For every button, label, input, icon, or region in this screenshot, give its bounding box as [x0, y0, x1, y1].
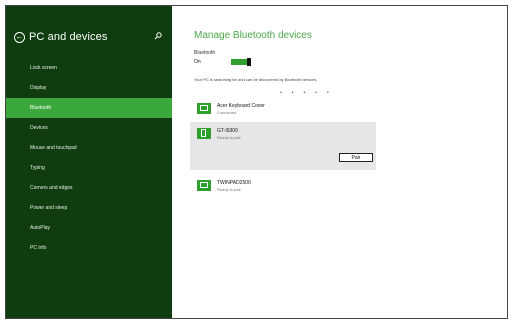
- device-item-twinpad[interactable]: TWINPAD2500 Ready to pair: [190, 174, 376, 197]
- device-item-gt-i9300[interactable]: GT-I9300 Ready to pair Pair: [190, 122, 376, 170]
- search-icon[interactable]: [154, 32, 162, 40]
- sidebar-item-autoplay[interactable]: AutoPlay: [6, 218, 172, 238]
- sidebar-item-lock-screen[interactable]: Lock screen: [6, 58, 172, 78]
- keyboard-icon: [197, 103, 211, 114]
- sidebar-header: ← PC and devices: [14, 29, 166, 45]
- sidebar-item-devices[interactable]: Devices: [6, 118, 172, 138]
- back-arrow-icon[interactable]: ←: [14, 31, 25, 43]
- sidebar-title: PC and devices: [29, 31, 108, 43]
- sidebar-item-display[interactable]: Display: [6, 78, 172, 98]
- device-status: Connected: [217, 110, 237, 115]
- device-name: TWINPAD2500: [217, 180, 251, 186]
- device-status: Ready to pair: [217, 187, 241, 192]
- device-name: Acer Keyboard Cover: [217, 103, 265, 109]
- sidebar-item-pc-info[interactable]: PC info: [6, 238, 172, 258]
- sidebar: ← PC and devices Lock screen Display Blu…: [6, 6, 172, 318]
- device-item-acer-keyboard[interactable]: Acer Keyboard Cover Connected: [190, 97, 376, 120]
- bluetooth-toggle[interactable]: [231, 58, 251, 66]
- discovery-info-text: Your PC is searching for and can be disc…: [194, 77, 318, 82]
- device-name: GT-I9300: [217, 128, 238, 134]
- sidebar-nav: Lock screen Display Bluetooth Devices Mo…: [6, 58, 172, 258]
- page-title: Manage Bluetooth devices: [194, 30, 312, 41]
- phone-icon: [197, 128, 211, 139]
- sidebar-item-typing[interactable]: Typing: [6, 158, 172, 178]
- main-content: Manage Bluetooth devices Bluetooth On Yo…: [172, 6, 507, 318]
- sidebar-item-corners-and-edges[interactable]: Corners and edges: [6, 178, 172, 198]
- sidebar-item-mouse-and-touchpad[interactable]: Mouse and touchpad: [6, 138, 172, 158]
- settings-window: ← PC and devices Lock screen Display Blu…: [5, 5, 508, 319]
- toggle-knob: [247, 58, 251, 66]
- pair-button[interactable]: Pair: [339, 153, 373, 162]
- device-status: Ready to pair: [217, 135, 241, 140]
- device-icon: [197, 180, 211, 191]
- bluetooth-label: Bluetooth: [194, 50, 216, 56]
- bluetooth-state: On: [194, 59, 201, 65]
- sidebar-item-power-and-sleep[interactable]: Power and sleep: [6, 198, 172, 218]
- searching-progress-dots: •••••: [280, 90, 339, 96]
- sidebar-item-bluetooth[interactable]: Bluetooth: [6, 98, 172, 118]
